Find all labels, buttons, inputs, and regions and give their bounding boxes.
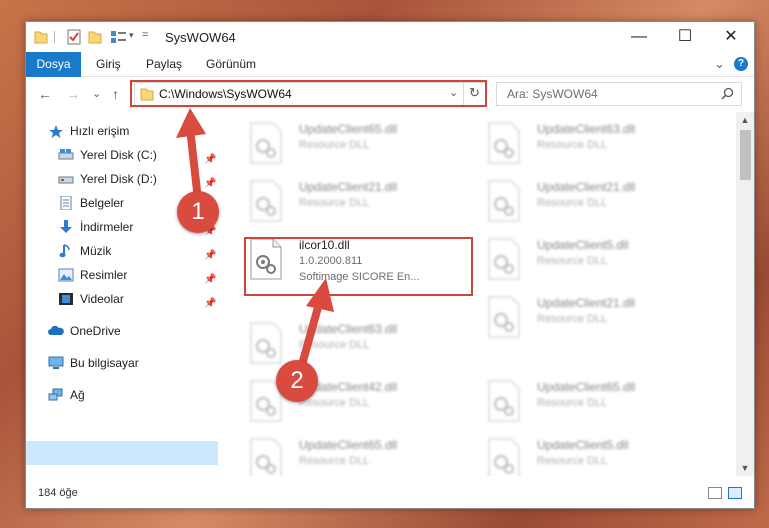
back-button[interactable]: ← (38, 86, 52, 102)
sidebar-item-pictures[interactable]: Resimler 📌 (58, 264, 216, 286)
scroll-up-icon[interactable]: ▲ (736, 112, 754, 128)
properties-icon[interactable] (66, 29, 82, 45)
tab-view[interactable]: Görünüm (206, 52, 256, 76)
window-title: SysWOW64 (165, 30, 236, 45)
dll-file-icon (488, 122, 520, 164)
scroll-down-icon[interactable]: ▼ (736, 460, 754, 476)
ribbon-expand-icon[interactable]: ⌄ (714, 52, 725, 76)
file-item[interactable]: UpdateClient21.dll Resource DLL (487, 294, 717, 350)
vertical-scrollbar[interactable]: ▲ ▼ (736, 112, 754, 476)
file-item[interactable]: UpdateClient65.dll Resource DLL (487, 378, 717, 434)
search-icon[interactable] (721, 87, 734, 100)
navigation-pane: Hızlı erişim Yerel Disk (C:) 📌 Yerel Dis… (26, 112, 218, 476)
music-icon (59, 244, 70, 258)
up-button[interactable]: ↑ (112, 86, 119, 102)
pictures-icon (58, 268, 74, 282)
help-icon[interactable]: ? (734, 57, 748, 71)
file-highlight-box (244, 237, 473, 296)
dll-file-icon (488, 180, 520, 222)
file-item[interactable]: UpdateClient21.dll Resource DLL (487, 178, 717, 234)
folder-icon (34, 31, 48, 44)
file-item[interactable]: UpdateClient65.dll Resource DLL (249, 120, 479, 176)
tab-share[interactable]: Paylaş (146, 52, 182, 76)
title-bar: ▾ = SysWOW64 — ☐ ✕ (26, 22, 754, 52)
dll-file-icon (488, 380, 520, 422)
sidebar-item-music[interactable]: Müzik 📌 (58, 240, 216, 262)
download-icon (60, 220, 72, 233)
dll-file-icon (488, 296, 520, 338)
video-icon (59, 293, 73, 305)
pin-icon[interactable]: 📌 (204, 293, 216, 315)
cloud-icon (48, 325, 64, 335)
callout-2: 2 (276, 360, 318, 402)
file-item[interactable]: UpdateClient21.dll Resource DLL (249, 178, 479, 234)
star-icon (49, 125, 63, 138)
search-input[interactable]: Ara: SysWOW64 (496, 82, 742, 106)
explorer-window: ▾ = SysWOW64 — ☐ ✕ Dosya Giriş Paylaş Gö… (25, 21, 755, 509)
documents-icon (60, 196, 72, 210)
file-list: UpdateClient65.dll Resource DLL UpdateCl… (219, 112, 736, 476)
close-button[interactable]: ✕ (708, 22, 754, 52)
view-options-icon[interactable] (110, 29, 128, 45)
callout-1: 1 (177, 191, 219, 233)
sidebar-item-videos[interactable]: Videolar 📌 (58, 288, 216, 310)
drive-icon (58, 176, 74, 184)
maximize-button[interactable]: ☐ (662, 22, 708, 52)
sidebar-item-drive-d[interactable]: Yerel Disk (D:) 📌 (58, 168, 216, 190)
dll-file-icon (250, 322, 282, 364)
file-item[interactable]: UpdateClient65.dll Resource DLL (249, 436, 479, 476)
ribbon-tabs: Dosya Giriş Paylaş Görünüm ⌄ ? (26, 52, 754, 108)
dll-file-icon (488, 438, 520, 476)
tab-home[interactable]: Giriş (96, 52, 121, 76)
file-item[interactable]: UpdateClient5.dll Resource DLL (487, 436, 717, 476)
search-placeholder: Ara: SysWOW64 (507, 87, 598, 101)
network-icon (48, 388, 63, 401)
large-icons-view-icon[interactable] (728, 487, 742, 499)
minimize-button[interactable]: — (616, 22, 662, 52)
qa-dropdown-icon[interactable]: ▾ (129, 30, 134, 41)
selected-highlight (26, 441, 218, 465)
dll-file-icon (250, 180, 282, 222)
details-view-icon[interactable] (708, 487, 722, 499)
qa-customize-icon[interactable]: = (142, 29, 148, 41)
scroll-thumb[interactable] (740, 130, 751, 180)
address-row: ← → ⌄ ↑ C:\Windows\SysWOW64 ⌄ ↻ Ara: Sys… (26, 77, 754, 111)
file-item[interactable]: UpdateClient63.dll Resource DLL (487, 120, 717, 176)
computer-icon (48, 356, 64, 369)
item-count: 184 öğe (38, 487, 78, 499)
separator (54, 31, 55, 43)
dll-file-icon (488, 238, 520, 280)
drive-icon (58, 149, 74, 160)
status-bar: 184 öğe (26, 478, 754, 508)
file-item[interactable]: UpdateClient5.dll Resource DLL (487, 236, 717, 292)
dll-file-icon (250, 438, 282, 476)
sidebar-item-drive-c[interactable]: Yerel Disk (C:) 📌 (58, 144, 216, 166)
forward-button[interactable]: → (66, 86, 80, 102)
address-highlight-box (130, 80, 487, 107)
dll-file-icon (250, 122, 282, 164)
new-folder-icon[interactable] (88, 29, 102, 45)
recent-locations-button[interactable]: ⌄ (92, 87, 101, 100)
